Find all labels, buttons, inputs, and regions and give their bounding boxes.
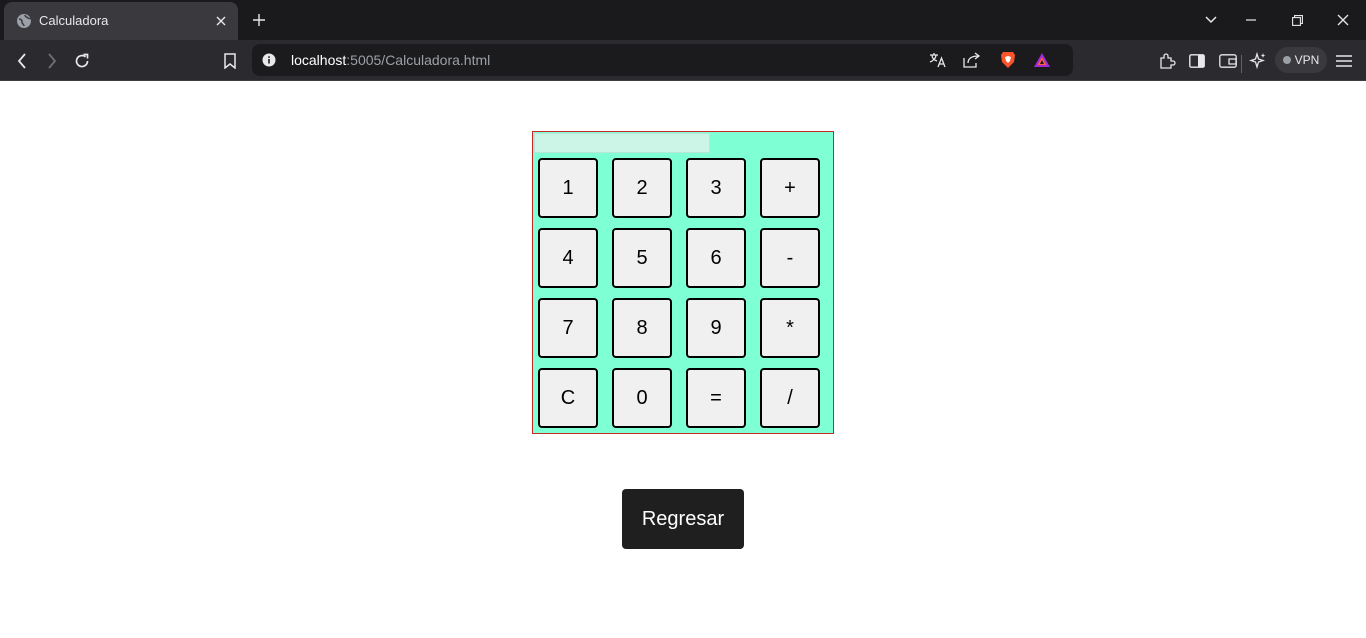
key-5[interactable]: 5	[612, 228, 672, 288]
menu-icon[interactable]	[1333, 50, 1355, 72]
translate-icon[interactable]	[928, 50, 948, 70]
calculator: 1 2 3 + 4 5 6 - 7 8 9 * C 0 = /	[532, 131, 834, 434]
leo-ai-icon[interactable]	[1247, 50, 1269, 72]
wallet-icon[interactable]	[1217, 50, 1239, 72]
sidebar-icon[interactable]	[1186, 50, 1208, 72]
minimize-icon[interactable]	[1241, 10, 1261, 30]
key-minus[interactable]: -	[760, 228, 820, 288]
key-2[interactable]: 2	[612, 158, 672, 218]
key-1[interactable]: 1	[538, 158, 598, 218]
key-3[interactable]: 3	[686, 158, 746, 218]
forward-arrow-icon[interactable]	[41, 50, 63, 72]
key-8[interactable]: 8	[612, 298, 672, 358]
back-button[interactable]: Regresar	[622, 489, 744, 549]
brave-rewards-icon[interactable]	[1032, 50, 1052, 70]
extensions-icon[interactable]	[1156, 50, 1178, 72]
key-7[interactable]: 7	[538, 298, 598, 358]
key-clear[interactable]: C	[538, 368, 598, 428]
vpn-status-dot	[1282, 56, 1291, 64]
reload-icon[interactable]	[71, 50, 93, 72]
key-equals[interactable]: =	[686, 368, 746, 428]
bookmark-icon[interactable]	[219, 50, 241, 72]
calculator-display[interactable]	[534, 133, 710, 153]
share-icon[interactable]	[962, 50, 982, 70]
key-plus[interactable]: +	[760, 158, 820, 218]
browser-toolbar: localhost:5005/Calculadora.html VPN	[0, 40, 1366, 81]
address-bar-divider	[1241, 55, 1242, 73]
site-info-icon[interactable]	[259, 50, 279, 70]
key-0[interactable]: 0	[612, 368, 672, 428]
key-6[interactable]: 6	[686, 228, 746, 288]
url-path: :5005/Calculadora.html	[346, 52, 491, 68]
browser-tab[interactable]: Calculadora	[4, 2, 238, 40]
tab-bar: Calculadora	[0, 0, 1366, 40]
back-arrow-icon[interactable]	[11, 50, 33, 72]
key-multiply[interactable]: *	[760, 298, 820, 358]
key-9[interactable]: 9	[686, 298, 746, 358]
globe-icon	[16, 13, 32, 29]
address-bar[interactable]: localhost:5005/Calculadora.html	[252, 44, 1242, 76]
url-host: localhost	[291, 52, 347, 68]
tab-search-chevron-icon[interactable]	[1201, 10, 1221, 30]
key-divide[interactable]: /	[760, 368, 820, 428]
new-tab-button[interactable]	[249, 10, 269, 30]
brave-shields-icon[interactable]	[998, 50, 1018, 70]
vpn-button[interactable]: VPN	[1275, 47, 1327, 73]
vpn-label: VPN	[1294, 53, 1320, 67]
url-text[interactable]: localhost:5005/Calculadora.html	[291, 52, 490, 68]
tab-title: Calculadora	[39, 13, 109, 28]
key-4[interactable]: 4	[538, 228, 598, 288]
close-tab-icon[interactable]	[212, 12, 230, 30]
restore-icon[interactable]	[1287, 10, 1307, 30]
close-window-icon[interactable]	[1333, 10, 1353, 30]
